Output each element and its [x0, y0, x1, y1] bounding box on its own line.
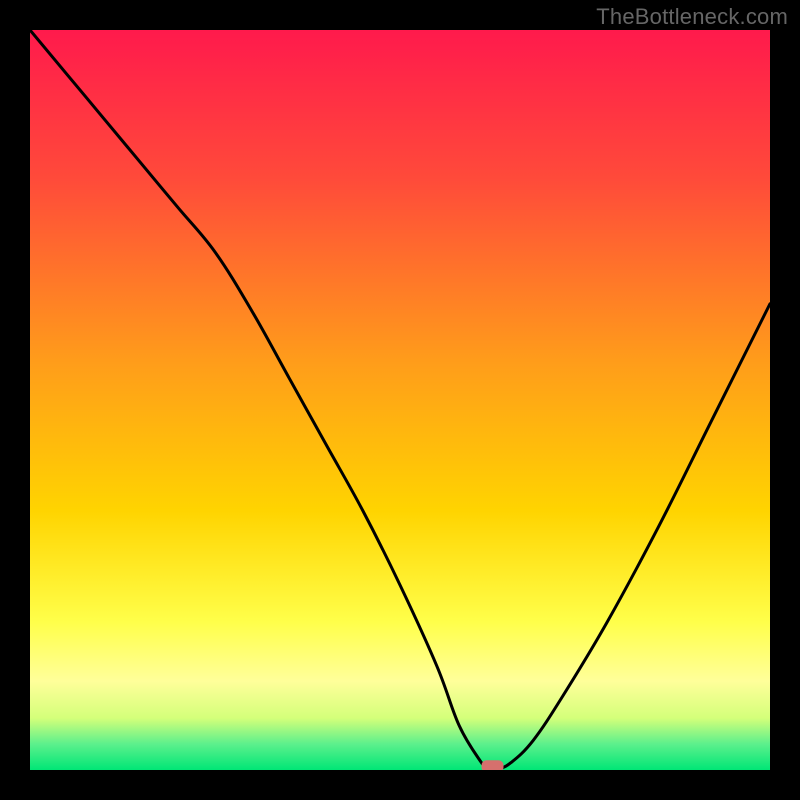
gradient-background	[30, 30, 770, 770]
minimum-marker	[482, 760, 504, 770]
plot-area	[30, 30, 770, 770]
chart-container: TheBottleneck.com	[0, 0, 800, 800]
watermark-text: TheBottleneck.com	[596, 4, 788, 30]
chart-svg	[30, 30, 770, 770]
